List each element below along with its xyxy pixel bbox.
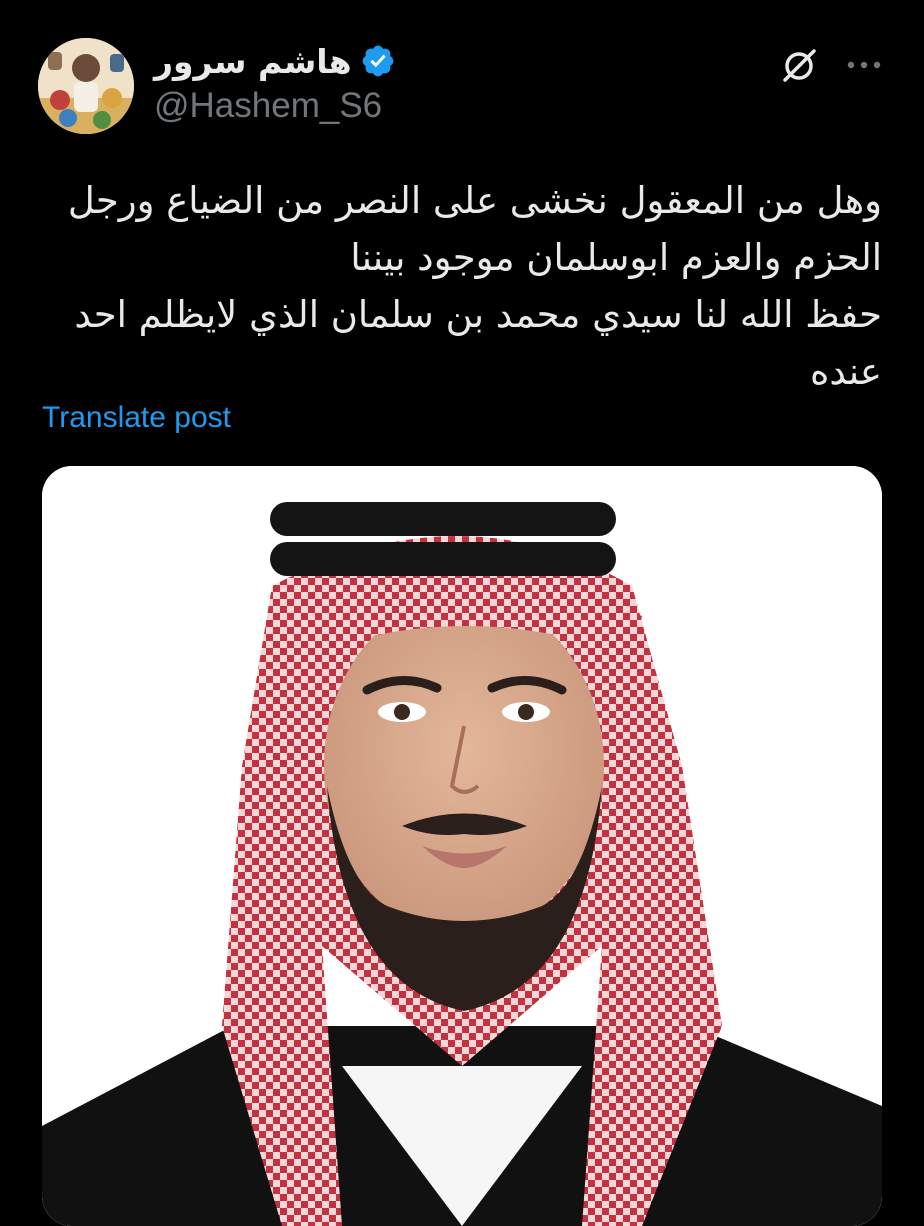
post-header: هاشم سرور @Hashem_S6 [154,36,454,123]
post-text-line: وهل من المعقول نخشى على النصر من الضياع … [67,179,882,222]
name-row: هاشم سرور [154,36,454,86]
author-avatar[interactable] [38,38,134,134]
author-display-name[interactable]: هاشم سرور [154,45,352,78]
post-text-line: عنده [809,350,882,393]
more-horizontal-icon[interactable] [840,44,888,86]
translate-post-link[interactable]: Translate post [42,398,231,438]
post-text: وهل من المعقول نخشى على النصر من الضياع … [42,172,882,400]
post-text-line: الحزم والعزم ابوسلمان موجود بيننا [350,236,882,279]
grok-slash-icon[interactable] [778,44,820,86]
post-media-image[interactable] [42,466,882,1226]
portrait-illustration [42,466,882,1226]
post-text-line: حفظ الله لنا سيدي محمد بن سلمان الذي لاي… [74,293,882,336]
author-handle[interactable]: @Hashem_S6 [154,88,454,123]
avatar-image [38,38,134,134]
verified-badge-icon[interactable] [360,43,396,79]
